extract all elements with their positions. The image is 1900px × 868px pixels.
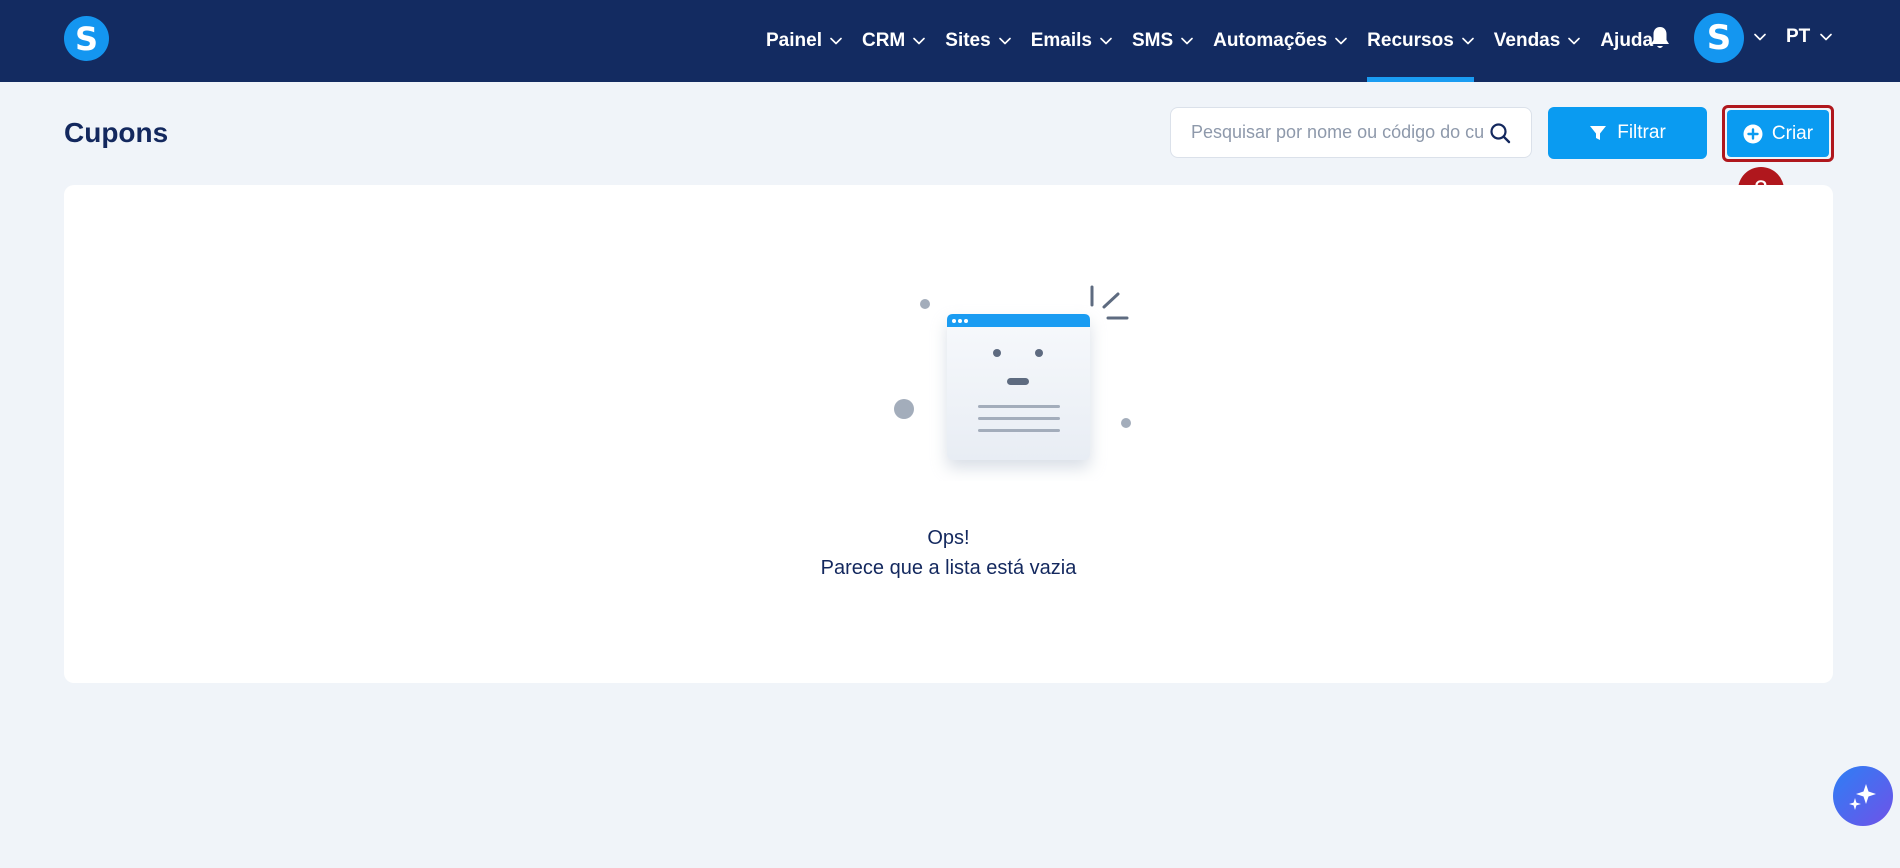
chevron-down-icon	[1568, 37, 1581, 45]
nav-label: Ajuda	[1600, 30, 1654, 51]
chevron-down-icon	[1181, 37, 1193, 45]
chevron-down-icon	[913, 37, 926, 45]
nav-item-sites[interactable]: Sites	[945, 0, 1011, 82]
create-button[interactable]: Criar	[1727, 110, 1829, 157]
search-icon[interactable]	[1489, 122, 1511, 144]
nav-label: Painel	[766, 30, 822, 51]
chevron-down-icon	[998, 37, 1011, 45]
sparkle-icon	[1849, 784, 1876, 810]
search-box	[1170, 107, 1532, 158]
nav-label: CRM	[861, 30, 906, 51]
nav-label: Automações	[1213, 30, 1328, 51]
nav-label: Sites	[945, 30, 991, 51]
chevron-down-icon	[830, 37, 842, 45]
nav-label: Emails	[1030, 30, 1092, 51]
page-title: Cupons	[64, 117, 169, 148]
chevron-down-icon	[1335, 37, 1347, 45]
nav-item-emails[interactable]: Emails	[1031, 0, 1112, 82]
nav-item-automacoes[interactable]: Automações	[1213, 0, 1347, 82]
nav-item-vendas[interactable]: Vendas	[1494, 0, 1581, 82]
bell-icon[interactable]	[1648, 25, 1672, 51]
chevron-down-icon[interactable]	[1754, 33, 1766, 41]
nav-label: Vendas	[1493, 30, 1561, 51]
top-navbar: S Painel CRM Sites Emails SMS Automações…	[0, 0, 1900, 82]
filter-icon	[1590, 126, 1607, 140]
nav-item-painel[interactable]: Painel	[766, 0, 842, 82]
chevron-down-icon	[1461, 37, 1474, 45]
coupons-list-card: Ops! Parece que a lista está vazia	[64, 185, 1833, 683]
ai-assistant-button[interactable]	[1833, 766, 1893, 826]
empty-list-illustration	[894, 285, 1131, 460]
language-label: PT	[1786, 26, 1811, 47]
filter-label: Filtrar	[1617, 122, 1666, 143]
logo-letter: S	[74, 19, 99, 58]
chevron-down-icon	[1100, 37, 1112, 45]
nav-label: SMS	[1131, 30, 1174, 51]
nav-item-sms[interactable]: SMS	[1132, 0, 1193, 82]
language-selector[interactable]: PT	[1786, 0, 1833, 74]
empty-state-title: Ops!	[927, 527, 970, 549]
nav-item-crm[interactable]: CRM	[861, 0, 926, 82]
avatar[interactable]: S	[1694, 13, 1744, 63]
avatar-letter: S	[1706, 18, 1732, 58]
empty-state-subtitle: Parece que a lista está vazia	[820, 557, 1077, 579]
main-nav: Painel CRM Sites Emails SMS Automações R…	[766, 0, 1673, 82]
search-input[interactable]	[1191, 108, 1483, 157]
chevron-down-icon	[1820, 33, 1833, 41]
nav-label: Recursos	[1367, 30, 1454, 51]
nav-item-recursos[interactable]: Recursos	[1367, 0, 1474, 82]
filter-button[interactable]: Filtrar	[1548, 107, 1707, 159]
app-logo[interactable]: S	[64, 16, 109, 61]
create-label: Criar	[1771, 122, 1814, 144]
plus-circle-icon	[1743, 124, 1763, 143]
nav-item-ajuda[interactable]: Ajuda	[1600, 0, 1653, 82]
